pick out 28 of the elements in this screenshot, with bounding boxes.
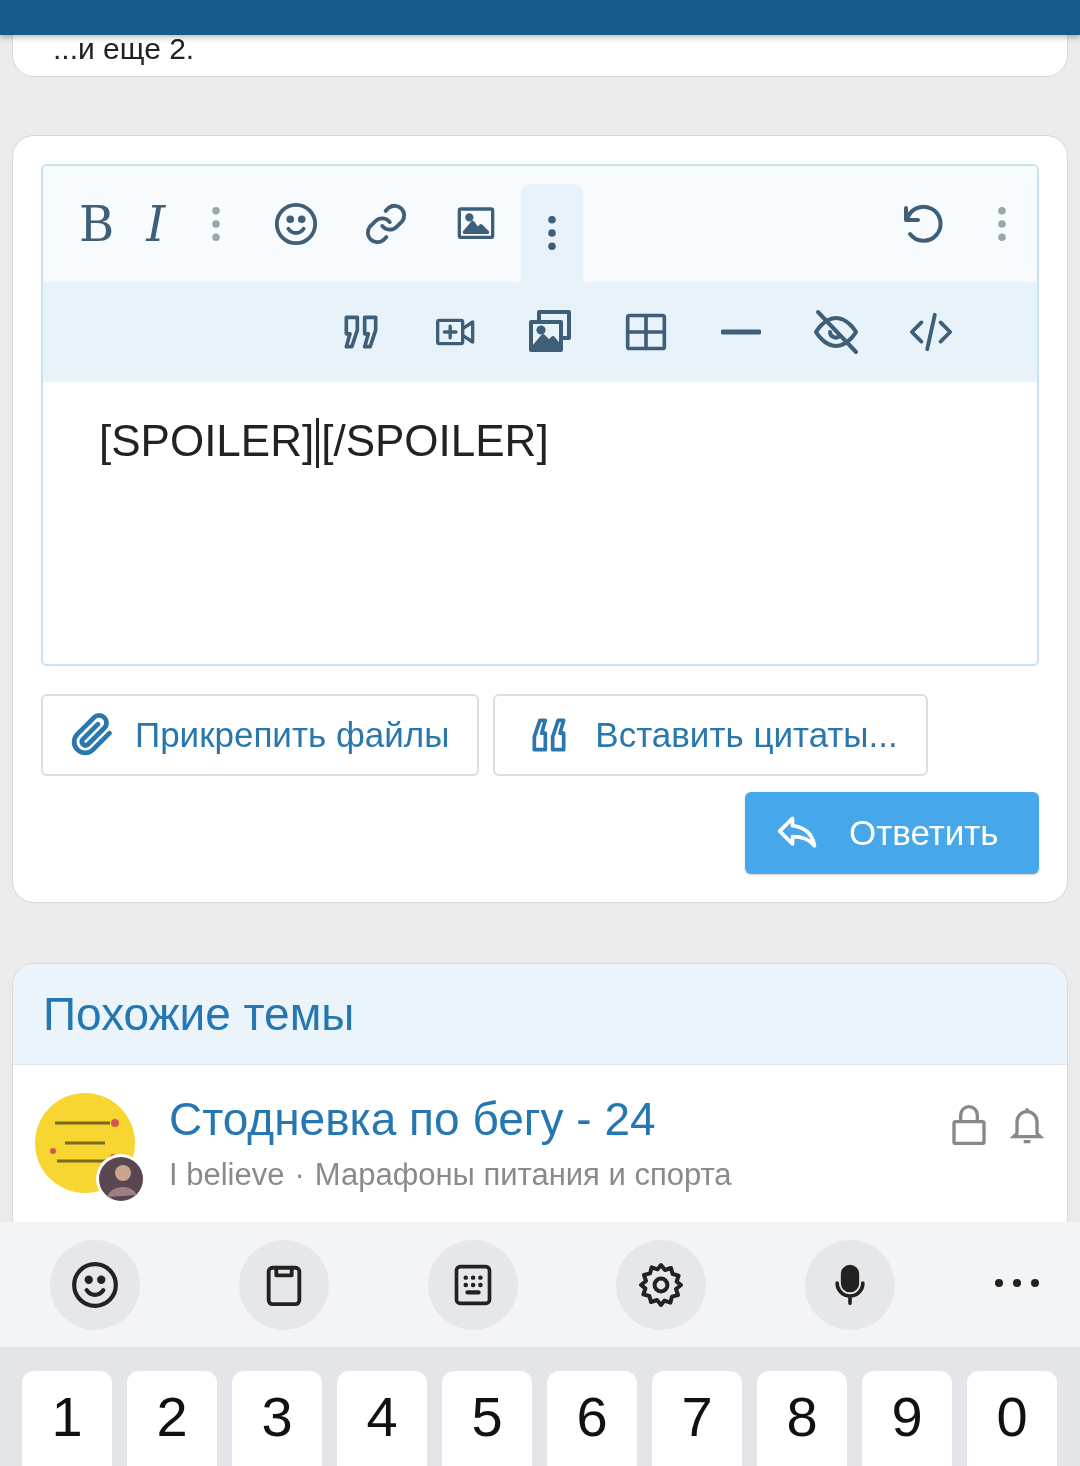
smiley-icon[interactable] — [273, 201, 320, 247]
smiley-icon — [70, 1259, 120, 1310]
settings-icon — [637, 1260, 686, 1309]
more-icon — [994, 1276, 1040, 1290]
attach-files-button[interactable]: Прикрепить файлы — [41, 694, 480, 776]
line-icon[interactable] — [720, 327, 761, 337]
bold-button[interactable]: B — [63, 196, 131, 252]
key[interactable]: 2 — [127, 1371, 217, 1466]
more-icon — [547, 215, 558, 251]
section-title: Похожие темы — [43, 987, 355, 1041]
italic-button[interactable]: I — [130, 196, 182, 252]
key[interactable]: 8 — [757, 1371, 847, 1466]
key[interactable]: 1 — [22, 1371, 112, 1466]
paperclip-icon — [71, 713, 115, 757]
key[interactable]: 7 — [652, 1371, 742, 1466]
editor-field[interactable]: B I [SPOILER][/SPOILER] — [41, 164, 1039, 666]
insert-quotes-button[interactable]: Вставить цитаты... — [493, 694, 928, 776]
separator-dot: · — [294, 1157, 305, 1193]
editor-text: [/SPOILER] — [321, 416, 549, 466]
key[interactable]: 0 — [967, 1371, 1057, 1466]
thread-title[interactable]: Стодневка по бегу - 24 — [169, 1093, 927, 1145]
key[interactable]: 5 — [442, 1371, 532, 1466]
key[interactable]: 6 — [547, 1371, 637, 1466]
key[interactable]: 4 — [337, 1371, 427, 1466]
editor-text: [SPOILER] — [99, 416, 315, 466]
key[interactable]: 3 — [232, 1371, 322, 1466]
text-cursor — [316, 418, 320, 468]
key[interactable]: 9 — [862, 1371, 952, 1466]
